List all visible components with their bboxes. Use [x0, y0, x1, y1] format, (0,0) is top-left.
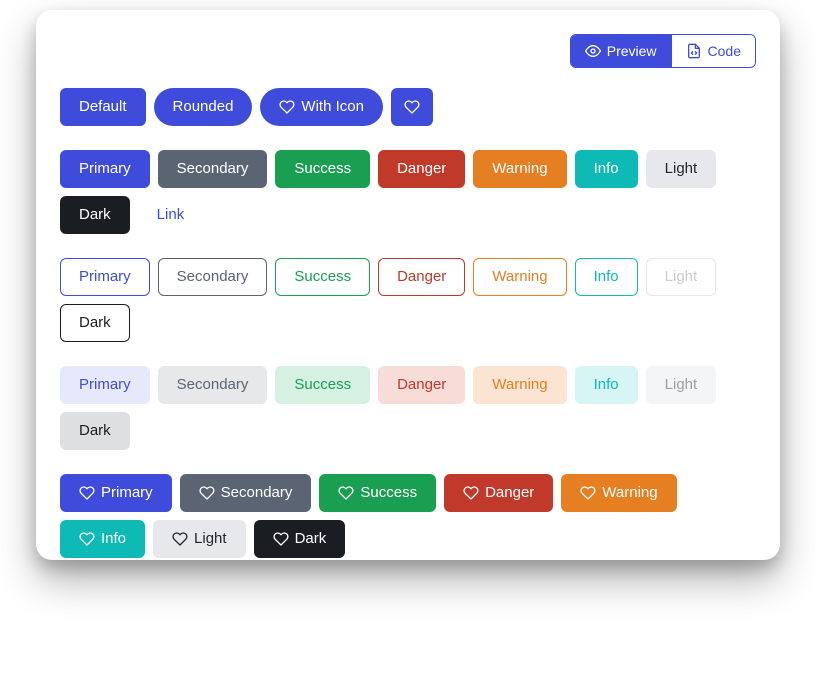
preview-tab-label: Preview — [607, 43, 657, 59]
soft-primary-button[interactable]: Primary — [60, 366, 150, 404]
info-button[interactable]: Info — [575, 150, 638, 188]
button-label: Primary — [79, 376, 131, 394]
icon-primary-button[interactable]: Primary — [60, 474, 172, 512]
soft-light-button[interactable]: Light — [646, 366, 717, 404]
button-label: Warning — [492, 160, 547, 178]
button-label: Light — [665, 376, 698, 394]
button-label: Primary — [79, 268, 131, 286]
outline-info-button[interactable]: Info — [575, 258, 638, 296]
icon-danger-button[interactable]: Danger — [444, 474, 553, 512]
soft-dark-button[interactable]: Dark — [60, 412, 130, 450]
button-label: Secondary — [177, 160, 249, 178]
code-tab-label: Code — [708, 43, 741, 59]
button-label: Secondary — [177, 376, 249, 394]
soft-success-button[interactable]: Success — [275, 366, 370, 404]
button-label: Primary — [101, 484, 153, 502]
code-icon — [686, 43, 702, 59]
primary-button[interactable]: Primary — [60, 150, 150, 188]
button-label: Danger — [397, 376, 446, 394]
soft-danger-button[interactable]: Danger — [378, 366, 465, 404]
secondary-button[interactable]: Secondary — [158, 150, 268, 188]
default-button[interactable]: Default — [60, 88, 146, 126]
outline-danger-button[interactable]: Danger — [378, 258, 465, 296]
warning-button[interactable]: Warning — [473, 150, 566, 188]
button-label: Secondary — [177, 268, 249, 286]
outline-primary-button[interactable]: Primary — [60, 258, 150, 296]
rounded-button[interactable]: Rounded — [154, 88, 253, 126]
heart-icon — [338, 485, 354, 501]
heart-icon — [404, 99, 420, 115]
icon-info-button[interactable]: Info — [60, 520, 145, 558]
button-label: Primary — [79, 160, 131, 178]
icon-warning-button[interactable]: Warning — [561, 474, 676, 512]
soft-info-button[interactable]: Info — [575, 366, 638, 404]
button-label: Dark — [79, 206, 111, 224]
button-label: Info — [594, 268, 619, 286]
button-label: Link — [157, 206, 185, 224]
button-label: Success — [360, 484, 417, 502]
button-label: Dark — [295, 530, 327, 548]
button-label: Light — [665, 268, 698, 286]
outline-variants-row: Primary Secondary Success Danger Warning… — [60, 258, 756, 342]
danger-button[interactable]: Danger — [378, 150, 465, 188]
heart-icon — [580, 485, 596, 501]
icon-only-button[interactable] — [391, 88, 433, 126]
button-label: Warning — [492, 376, 547, 394]
button-label: Danger — [397, 268, 446, 286]
success-button[interactable]: Success — [275, 150, 370, 188]
button-label: Light — [665, 160, 698, 178]
heart-icon — [79, 531, 95, 547]
button-label: Default — [79, 98, 127, 116]
button-label: Success — [294, 268, 351, 286]
soft-secondary-button[interactable]: Secondary — [158, 366, 268, 404]
button-label: Info — [594, 376, 619, 394]
button-label: Info — [594, 160, 619, 178]
outline-dark-button[interactable]: Dark — [60, 304, 130, 342]
icon-dark-button[interactable]: Dark — [254, 520, 346, 558]
heart-icon — [172, 531, 188, 547]
code-tab[interactable]: Code — [671, 35, 755, 67]
soft-warning-button[interactable]: Warning — [473, 366, 566, 404]
heart-icon — [279, 99, 295, 115]
button-label: Danger — [397, 160, 446, 178]
button-label: Success — [294, 376, 351, 394]
with-icon-button[interactable]: With Icon — [260, 88, 383, 126]
solid-icon-variants-row: Primary Secondary Success Danger Warning… — [60, 474, 756, 558]
outline-light-button[interactable]: Light — [646, 258, 717, 296]
link-button[interactable]: Link — [138, 196, 204, 234]
button-label: Dark — [79, 422, 111, 440]
button-label: With Icon — [301, 98, 364, 116]
button-label: Secondary — [221, 484, 293, 502]
eye-icon — [585, 43, 601, 59]
icon-light-button[interactable]: Light — [153, 520, 246, 558]
outline-secondary-button[interactable]: Secondary — [158, 258, 268, 296]
button-label: Dark — [79, 314, 111, 332]
heart-icon — [463, 485, 479, 501]
outline-warning-button[interactable]: Warning — [473, 258, 566, 296]
button-label: Light — [194, 530, 227, 548]
heart-icon — [273, 531, 289, 547]
button-label: Info — [101, 530, 126, 548]
button-label: Warning — [492, 268, 547, 286]
component-card: Preview Code Default Rounded With Icon — [36, 10, 780, 560]
dark-button[interactable]: Dark — [60, 196, 130, 234]
preview-tab[interactable]: Preview — [571, 35, 671, 67]
button-label: Warning — [602, 484, 657, 502]
soft-variants-row: Primary Secondary Success Danger Warning… — [60, 366, 756, 450]
heart-icon — [199, 485, 215, 501]
button-label: Danger — [485, 484, 534, 502]
card-header: Preview Code — [60, 34, 756, 68]
icon-success-button[interactable]: Success — [319, 474, 436, 512]
button-label: Success — [294, 160, 351, 178]
light-button[interactable]: Light — [646, 150, 717, 188]
outline-success-button[interactable]: Success — [275, 258, 370, 296]
solid-variants-row: Primary Secondary Success Danger Warning… — [60, 150, 756, 234]
preview-code-toggle: Preview Code — [570, 34, 756, 68]
button-label: Rounded — [173, 98, 234, 116]
heart-icon — [79, 485, 95, 501]
button-shapes-row: Default Rounded With Icon — [60, 88, 756, 126]
icon-secondary-button[interactable]: Secondary — [180, 474, 312, 512]
